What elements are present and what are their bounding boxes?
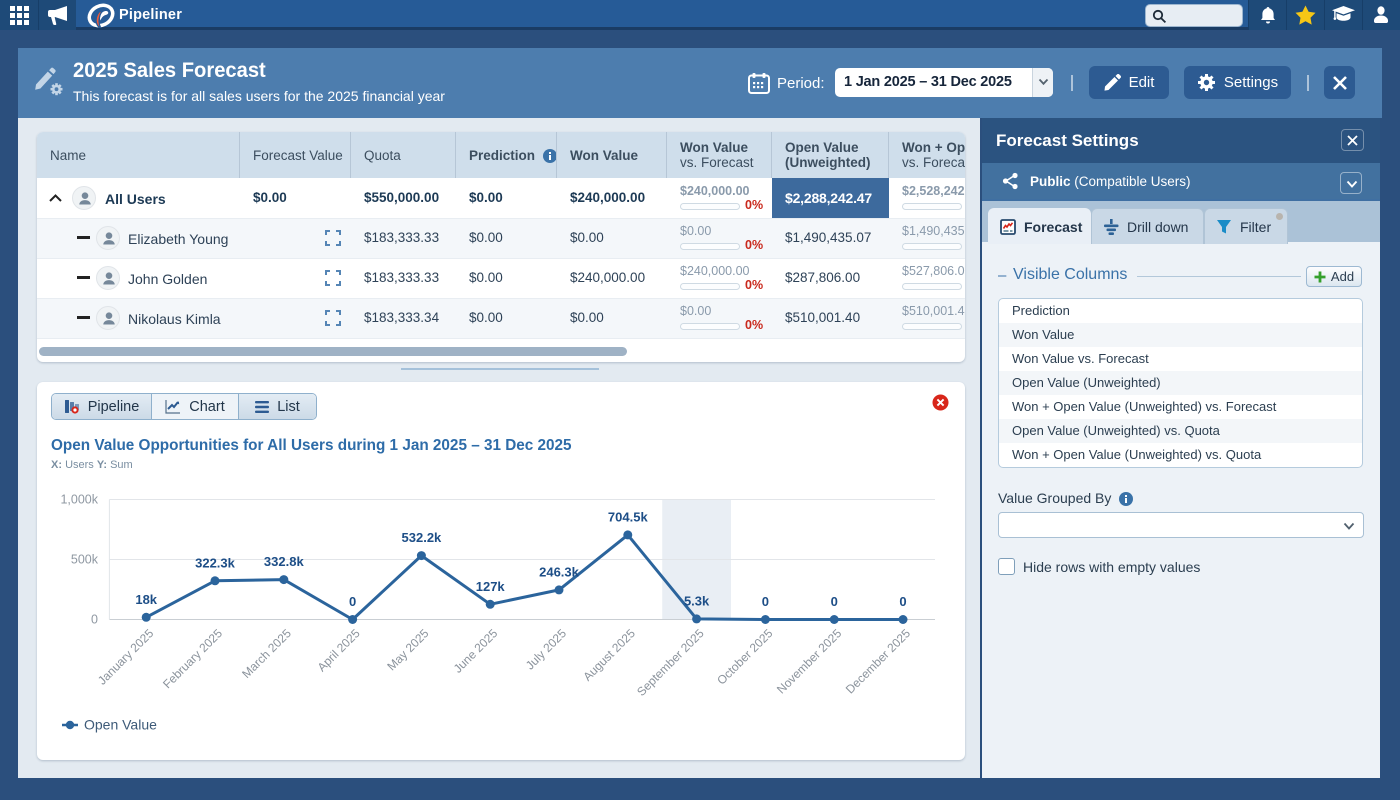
svg-text:May 2025: May 2025: [384, 626, 431, 673]
svg-text:November 2025: November 2025: [774, 626, 845, 697]
svg-text:0: 0: [899, 594, 906, 609]
svg-text:December 2025: December 2025: [843, 626, 914, 697]
svg-text:June 2025: June 2025: [451, 626, 501, 676]
svg-text:18k: 18k: [135, 592, 157, 607]
svg-text:332.8k: 332.8k: [264, 554, 305, 569]
svg-text:500k: 500k: [71, 553, 99, 567]
svg-text:246.3k: 246.3k: [539, 564, 580, 579]
svg-text:0: 0: [762, 594, 769, 609]
svg-text:0: 0: [831, 594, 838, 609]
svg-text:September 2025: September 2025: [634, 626, 707, 699]
svg-text:July 2025: July 2025: [523, 626, 569, 672]
svg-text:322.3k: 322.3k: [195, 555, 236, 570]
svg-text:August 2025: August 2025: [580, 626, 638, 684]
svg-text:April 2025: April 2025: [315, 626, 363, 674]
svg-text:0: 0: [91, 613, 98, 627]
svg-text:1,000k: 1,000k: [60, 493, 98, 507]
svg-text:127k: 127k: [476, 579, 506, 594]
svg-text:532.2k: 532.2k: [402, 530, 443, 545]
svg-text:Open Value: Open Value: [84, 717, 157, 733]
svg-text:704.5k: 704.5k: [608, 509, 649, 524]
svg-text:October 2025: October 2025: [714, 626, 776, 688]
svg-text:March 2025: March 2025: [239, 626, 294, 681]
svg-text:January 2025: January 2025: [95, 626, 157, 688]
svg-text:February 2025: February 2025: [160, 626, 225, 691]
svg-text:5.3k: 5.3k: [684, 593, 710, 608]
svg-text:0: 0: [349, 594, 356, 609]
